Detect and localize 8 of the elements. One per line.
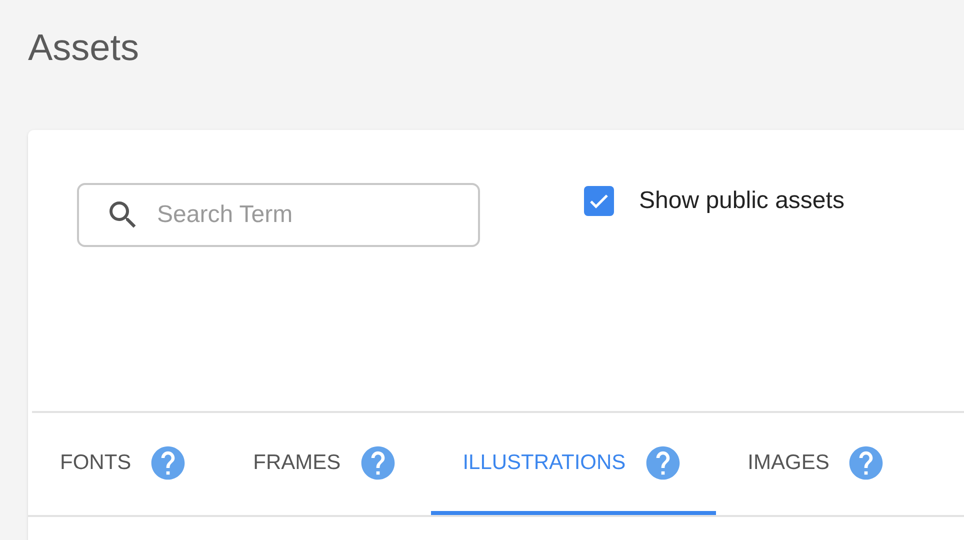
tab[interactable]: IMAGES [716, 413, 920, 515]
search-field[interactable]: Search Term [77, 183, 480, 247]
public-assets-checkbox[interactable] [584, 186, 614, 216]
checkbox-label: Show public assets [639, 186, 844, 216]
page-title: Assets [27, 26, 140, 70]
tab[interactable]: FRAMES [221, 413, 431, 515]
tab[interactable]: ILLUSTRATIONS [430, 413, 716, 515]
tab[interactable]: FONTS [28, 413, 222, 515]
